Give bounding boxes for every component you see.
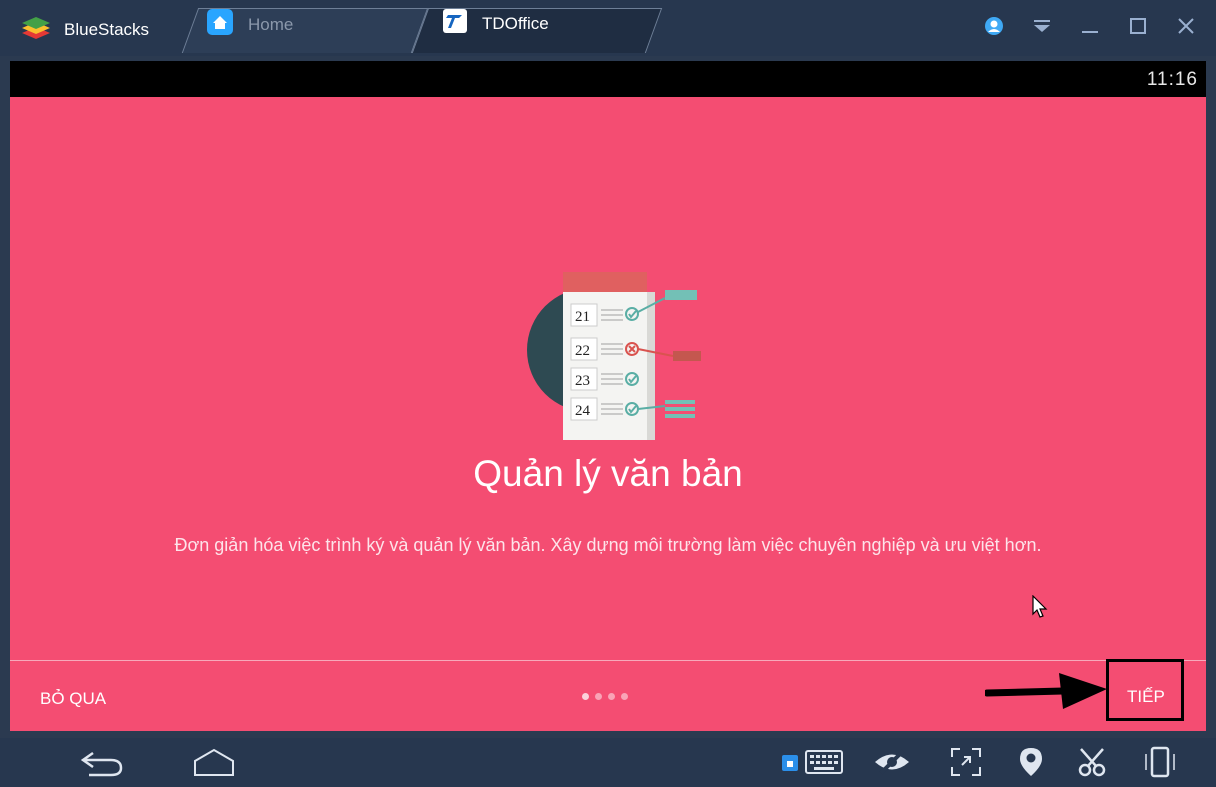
page-dot-1 <box>582 693 589 700</box>
rotate-device-icon[interactable] <box>1140 746 1180 778</box>
account-icon[interactable] <box>982 14 1006 38</box>
android-home-icon[interactable] <box>190 746 238 778</box>
annotation-arrow-icon <box>983 667 1110 713</box>
fullscreen-icon[interactable] <box>948 746 984 778</box>
onboarding-description: Đơn giản hóa việc trình ký và quản lý vă… <box>174 535 1042 555</box>
back-icon[interactable] <box>78 746 126 778</box>
location-icon[interactable] <box>1015 746 1047 778</box>
page-indicator <box>582 693 628 700</box>
visibility-icon[interactable] <box>872 746 912 778</box>
skip-button[interactable]: BỎ QUA <box>40 689 106 709</box>
page-dot-2 <box>595 693 602 700</box>
tab-home-label: Home <box>248 14 294 34</box>
tab-tdoffice-label: TDOffice <box>482 13 549 33</box>
page-dot-3 <box>608 693 615 700</box>
footer-divider <box>10 660 1206 661</box>
window-controls <box>982 14 1198 38</box>
tab-home-content[interactable]: Home <box>206 8 293 41</box>
next-button[interactable]: TIẾP <box>1127 687 1165 707</box>
illus-row-24: 24 <box>575 403 591 419</box>
onboarding-screen: 21 22 23 24 Quản lý văn bản Đơn giản hóa… <box>10 97 1206 731</box>
maximize-icon[interactable] <box>1126 14 1150 38</box>
window-titlebar: BlueStacks Home TDOffice <box>0 0 1216 56</box>
tdoffice-icon <box>442 8 468 39</box>
document-calendar-illustration: 21 22 23 24 <box>525 270 705 445</box>
close-icon[interactable] <box>1174 14 1198 38</box>
illus-row-23: 23 <box>575 373 590 389</box>
illus-row-21: 21 <box>575 309 590 325</box>
tab-tdoffice-content[interactable]: TDOffice <box>442 8 549 39</box>
onboarding-title: Quản lý văn bản <box>473 453 743 494</box>
page-dot-4 <box>621 693 628 700</box>
minimize-icon[interactable] <box>1078 14 1102 38</box>
keyboard-icon[interactable] <box>778 746 848 778</box>
android-status-bar: 11:16 <box>10 61 1206 97</box>
mouse-cursor-icon <box>1032 594 1048 619</box>
bottom-navigation-bar <box>0 738 1216 787</box>
home-icon <box>206 8 234 41</box>
app-name: BlueStacks <box>64 20 150 39</box>
bluestacks-logo-icon <box>18 13 54 48</box>
status-clock: 11:16 <box>1146 69 1198 90</box>
menu-dropdown-icon[interactable] <box>1030 14 1054 38</box>
bluestacks-brand: BlueStacks <box>18 12 149 48</box>
cut-icon[interactable] <box>1075 746 1111 778</box>
illus-row-22: 22 <box>575 343 590 359</box>
